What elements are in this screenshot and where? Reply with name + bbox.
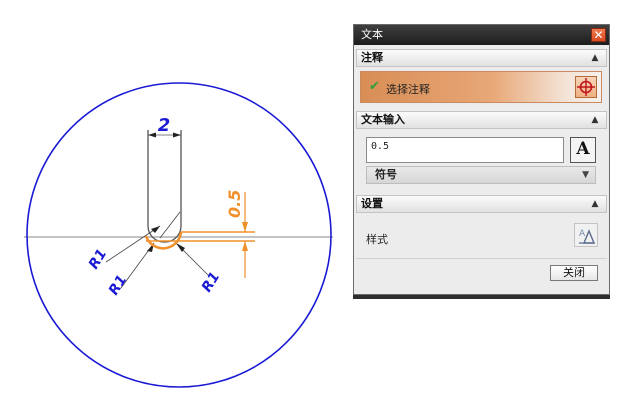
text-style-icon: A [579, 229, 596, 244]
symbol-section-header[interactable]: 符号 ▼ [366, 166, 596, 184]
close-dialog-button[interactable]: 关闭 [550, 265, 598, 281]
section-annotation-label: 注释 [361, 51, 383, 64]
section-text-input-label: 文本输入 [361, 113, 405, 126]
chevron-up-icon[interactable]: ▲ [588, 197, 602, 211]
section-annotation-header[interactable]: 注释 ▲ [356, 49, 607, 67]
symbol-label: 符号 [375, 168, 397, 181]
checkmark-icon: ✔ [369, 79, 380, 94]
close-x-icon[interactable]: ✕ [591, 28, 606, 42]
radius-label-middle[interactable]: R1 [106, 272, 130, 298]
svg-text:A: A [579, 229, 586, 239]
section-text-input-header[interactable]: 文本输入 ▲ [356, 111, 607, 129]
chevron-up-icon[interactable]: ▲ [588, 51, 602, 65]
radius-label-right[interactable]: R1 [199, 269, 223, 295]
crosshair-select-button[interactable] [575, 76, 597, 98]
dialog-title: 文本 [361, 28, 383, 41]
dialog-titlebar[interactable]: 文本 ✕ [354, 25, 609, 45]
chevron-down-icon[interactable]: ▼ [582, 167, 589, 183]
style-label: 样式 [366, 233, 388, 246]
annotation-text-input[interactable]: 0.5 [366, 137, 564, 163]
text-dialog: 文本 ✕ 注释 ▲ ✔ 选择注释 文本输入 ▲ 0.5 A 符号 ▼ 设置 ▲ … [353, 24, 610, 295]
radius-label-left[interactable]: R1 [86, 246, 110, 272]
slot-profile [147, 130, 182, 243]
arrowhead [151, 226, 160, 233]
style-settings-button[interactable]: A [574, 223, 598, 247]
width-dimension-text[interactable]: 2 [158, 115, 171, 136]
section-settings-header[interactable]: 设置 ▲ [356, 195, 607, 213]
select-annotation-row[interactable]: ✔ 选择注释 [360, 71, 602, 103]
section-settings-label: 设置 [361, 197, 383, 210]
footer-divider [356, 258, 607, 259]
font-settings-button[interactable]: A [570, 137, 596, 163]
select-annotation-label: 选择注释 [386, 83, 430, 96]
chevron-up-icon[interactable]: ▲ [588, 113, 602, 127]
height-dimension-text[interactable]: 0.5 [225, 190, 244, 218]
crosshair-icon [577, 78, 595, 96]
